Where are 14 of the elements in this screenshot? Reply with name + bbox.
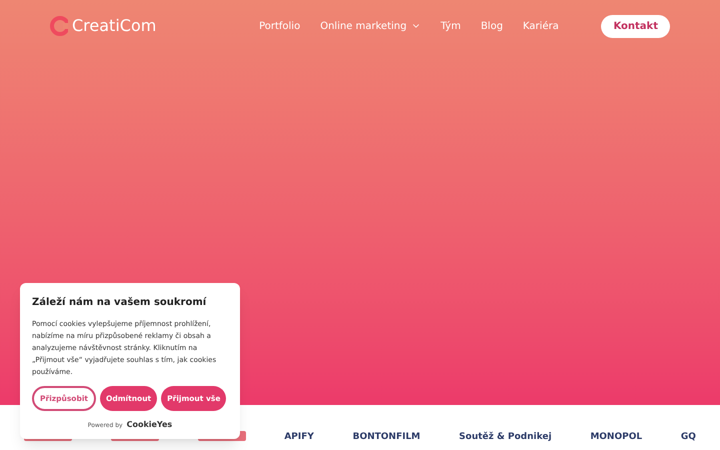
- banner-title: Záleží nám na vašem soukromí: [32, 296, 208, 310]
- nav-link[interactable]: Portfolio: [259, 18, 300, 34]
- nav-link[interactable]: Blog: [480, 18, 503, 34]
- contact-button[interactable]: Kontakt: [601, 14, 670, 38]
- client-logo: APIFY: [284, 430, 314, 444]
- nav-link[interactable]: Tým: [440, 18, 461, 34]
- logo-text: CreatiCom: [72, 15, 156, 37]
- nav-link[interactable]: Online marketing: [320, 18, 421, 34]
- client-logo: Soutěž & Podnikej: [459, 430, 552, 444]
- nav-link[interactable]: Kariéra: [522, 18, 559, 34]
- brand-logo: CookieYes: [126, 419, 172, 432]
- client-logo: GQ: [680, 430, 696, 444]
- client-logo: MONOPOL: [590, 430, 642, 444]
- client-logo: BONTONFILM: [352, 430, 420, 444]
